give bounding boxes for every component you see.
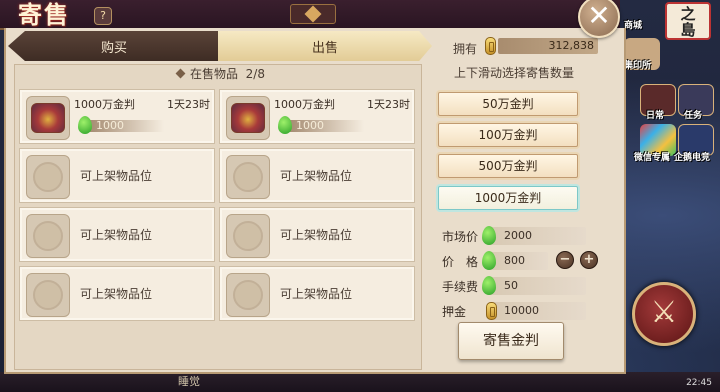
jade-icon (482, 276, 496, 295)
island-char-2: 島 (680, 21, 696, 39)
gold-coin-icon (486, 302, 497, 320)
deposit-label: 押金 (442, 305, 467, 319)
item-price: 1000 (88, 120, 164, 132)
price-row: 价 格 800 − + (442, 251, 602, 271)
empty-slot-icon (226, 273, 270, 317)
empty-slot[interactable]: 可上架物品位 (219, 266, 415, 321)
bottom-bar (0, 372, 720, 392)
island-badge[interactable]: 之 島 (665, 2, 711, 40)
quantity-option[interactable]: 100万金判 (438, 123, 578, 147)
jade-icon (482, 226, 496, 245)
shop-label[interactable]: 商城 (624, 18, 642, 31)
gold-bag-icon (231, 103, 265, 133)
item-icon-frame (226, 96, 270, 140)
slot-grid: 1000万金判 1天23时 1000 1000万金判 1天23时 1000 可上… (19, 89, 419, 321)
tab-buy[interactable]: 购买 (8, 31, 220, 61)
listing-slot[interactable]: 1000万金判 1天23时 1000 (19, 89, 215, 144)
consignment-panel: 购买 出售 拥有 312,838 在售物品 2/8 1000万金判 1天23时 … (4, 28, 626, 374)
gold-bag-icon (31, 103, 65, 133)
seal-label[interactable]: 集印所 (624, 58, 651, 71)
info-bar (488, 277, 586, 295)
empty-slot-icon (226, 214, 270, 258)
info-bar (488, 227, 586, 245)
gold-coin-icon (485, 37, 496, 55)
owned-value: 312,838 (498, 38, 598, 54)
sell-header: 上下滑动选择寄售数量 (453, 66, 574, 80)
market-price-label: 市场价 (442, 230, 479, 244)
empty-slot-label: 可上架物品位 (280, 228, 353, 242)
decrease-price-button[interactable]: − (556, 251, 574, 269)
empty-slot-icon (26, 155, 70, 199)
tab-sell[interactable]: 出售 (218, 31, 432, 61)
ornament-icon (290, 4, 336, 24)
quantity-option[interactable]: 500万金判 (438, 154, 578, 178)
quantity-option-selected[interactable]: 1000万金判 (438, 186, 578, 210)
empty-slot-icon (26, 273, 70, 317)
empty-slot-label: 可上架物品位 (280, 287, 353, 301)
empty-slot-icon (226, 155, 270, 199)
empty-slot-label: 可上架物品位 (80, 287, 153, 301)
item-time: 1天23时 (367, 98, 410, 111)
price-label: 价 格 (442, 255, 479, 269)
listing-header-text: 在售物品 (190, 67, 239, 81)
empty-slot-label: 可上架物品位 (280, 169, 353, 183)
listing-count: 2/8 (245, 67, 265, 81)
island-char-1: 之 (680, 5, 696, 23)
listing-slot[interactable]: 1000万金判 1天23时 1000 (219, 89, 415, 144)
diamond-icon (175, 68, 186, 79)
item-name: 1000万金判 (74, 98, 135, 111)
item-price: 1000 (288, 120, 364, 132)
empty-slot-icon (26, 214, 70, 258)
battle-sword-icon[interactable]: ⚔ (632, 282, 696, 346)
listing-section: 在售物品 2/8 1000万金判 1天23时 1000 1000万金判 1天23… (14, 64, 422, 370)
item-time: 1天23时 (167, 98, 210, 111)
consign-gold-button[interactable]: 寄售金判 (458, 322, 564, 360)
empty-slot[interactable]: 可上架物品位 (219, 148, 415, 203)
fee-label: 手续费 (442, 280, 479, 294)
deposit-row: 押金 10000 (442, 301, 602, 321)
fee-row: 手续费 50 (442, 276, 602, 296)
empty-slot[interactable]: 可上架物品位 (19, 207, 215, 262)
price-value: 800 (504, 254, 525, 267)
page-title: 寄售 (18, 0, 70, 29)
bottom-text: 睡觉 (178, 375, 200, 388)
jade-icon (482, 251, 496, 270)
task-label[interactable]: 任务 (684, 108, 702, 121)
listing-header: 在售物品 2/8 (15, 65, 421, 83)
increase-price-button[interactable]: + (580, 251, 598, 269)
sell-section: 上下滑动选择寄售数量 50万金判 100万金判 500万金判 1000万金判 市… (428, 64, 600, 370)
quantity-option[interactable]: 50万金判 (438, 92, 578, 116)
jade-icon (278, 116, 292, 134)
empty-slot-label: 可上架物品位 (80, 169, 153, 183)
owned-label: 拥有 (453, 42, 478, 56)
help-button[interactable]: ? (94, 7, 112, 25)
item-name: 1000万金判 (274, 98, 335, 111)
deposit-value: 10000 (504, 304, 539, 317)
item-icon-frame (26, 96, 70, 140)
empty-slot-label: 可上架物品位 (80, 228, 153, 242)
market-price-value: 2000 (504, 229, 532, 242)
fee-value: 50 (504, 279, 518, 292)
status-clock: 22:45 (686, 378, 712, 388)
empty-slot[interactable]: 可上架物品位 (219, 207, 415, 262)
jade-icon (78, 116, 92, 134)
daily-label[interactable]: 日常 (646, 108, 664, 121)
wechat-label[interactable]: 微信专属 (634, 150, 670, 163)
empty-slot[interactable]: 可上架物品位 (19, 148, 215, 203)
market-price-row: 市场价 2000 (442, 226, 602, 246)
empty-slot[interactable]: 可上架物品位 (19, 266, 215, 321)
penguin-label[interactable]: 企鹅电竞 (674, 150, 710, 163)
